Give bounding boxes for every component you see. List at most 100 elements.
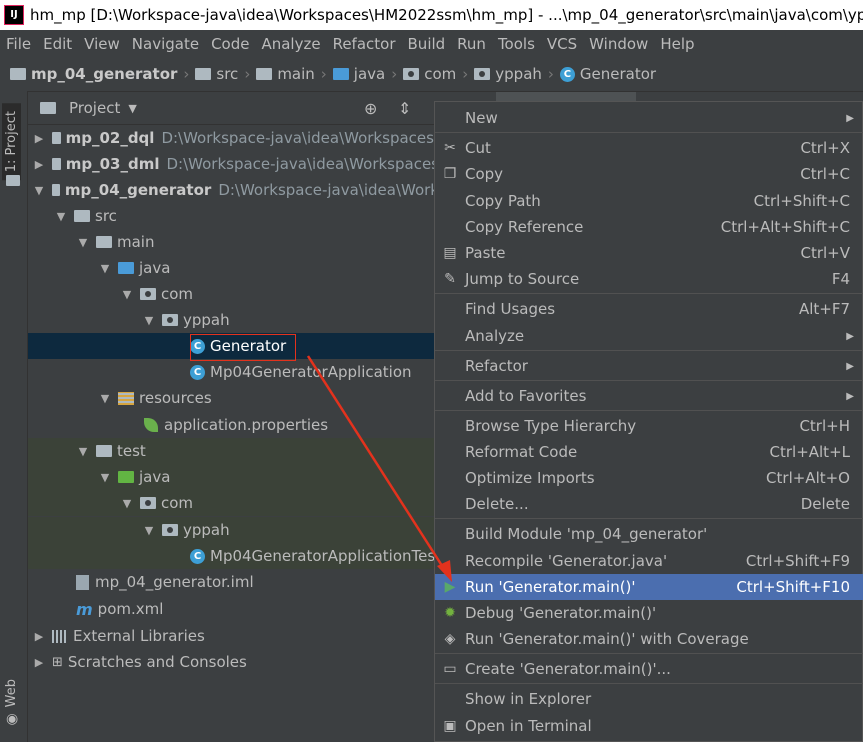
collapse-arrow-icon[interactable]: ▼ bbox=[98, 471, 112, 484]
menu-item-run[interactable]: ▶ Run 'Generator.main()' Ctrl+Shift+F10 bbox=[435, 574, 863, 600]
collapse-arrow-icon[interactable]: ▼ bbox=[76, 445, 90, 458]
menu-window[interactable]: Window bbox=[583, 35, 654, 53]
module-folder-icon bbox=[52, 158, 61, 170]
breadcrumb-module[interactable]: mp_04_generator bbox=[10, 65, 177, 83]
expand-arrow-icon[interactable]: ▶ bbox=[32, 656, 46, 669]
menu-item-copy-reference[interactable]: Copy Reference Ctrl+Alt+Shift+C bbox=[435, 214, 863, 240]
menu-build[interactable]: Build bbox=[402, 35, 452, 53]
collapse-arrow-icon[interactable]: ▼ bbox=[32, 184, 46, 197]
menu-view[interactable]: View bbox=[78, 35, 126, 53]
breadcrumb-src[interactable]: src bbox=[195, 65, 238, 83]
tree-item-path: D:\Workspace-java\idea\Workspaces\ bbox=[161, 129, 435, 147]
menu-item-recompile[interactable]: Recompile 'Generator.java' Ctrl+Shift+F9 bbox=[435, 548, 863, 574]
menu-item-find-usages[interactable]: Find Usages Alt+F7 bbox=[435, 296, 863, 322]
tree-item-mp-03-dml[interactable]: ▶ mp_03_dml D:\Workspace-java\idea\Works… bbox=[28, 151, 435, 177]
menu-item-show-in-explorer[interactable]: Show in Explorer bbox=[435, 686, 863, 712]
folder-icon bbox=[256, 68, 273, 80]
project-panel-title[interactable]: Project bbox=[69, 99, 120, 117]
menu-refactor[interactable]: Refactor bbox=[327, 35, 402, 53]
menu-item-analyze[interactable]: Analyze ▶ bbox=[435, 323, 863, 349]
web-globe-icon: ◉ bbox=[6, 711, 19, 727]
tab-web[interactable]: Web bbox=[4, 679, 19, 707]
tree-item-application-properties[interactable]: application.properties bbox=[28, 412, 435, 438]
tree-item-test-yppah[interactable]: ▼ yppah bbox=[28, 517, 435, 543]
menu-code[interactable]: Code bbox=[205, 35, 255, 53]
menu-item-new[interactable]: New ▶ bbox=[435, 105, 863, 131]
menu-item-debug[interactable]: ✹ Debug 'Generator.main()' bbox=[435, 600, 863, 626]
tree-item-scratches[interactable]: ▶ ⊞ Scratches and Consoles bbox=[28, 649, 435, 675]
menu-item-cut[interactable]: ✂ Cut Ctrl+X bbox=[435, 135, 863, 161]
locate-target-icon[interactable]: ⊕ bbox=[364, 99, 377, 118]
menu-edit[interactable]: Edit bbox=[37, 35, 78, 53]
tree-item-com[interactable]: ▼ com bbox=[28, 281, 435, 307]
collapse-all-icon[interactable]: ⇕ bbox=[398, 99, 411, 118]
collapse-arrow-icon[interactable]: ▼ bbox=[98, 392, 112, 405]
menu-item-build-module[interactable]: Build Module 'mp_04_generator' bbox=[435, 521, 863, 547]
collapse-arrow-icon[interactable]: ▼ bbox=[98, 262, 112, 275]
menu-file[interactable]: File bbox=[0, 35, 37, 53]
expand-arrow-icon[interactable]: ▶ bbox=[32, 132, 46, 145]
menu-navigate[interactable]: Navigate bbox=[126, 35, 205, 53]
tree-item-test-java[interactable]: ▼ java bbox=[28, 464, 435, 490]
menu-item-jump-to-source[interactable]: ✎ Jump to Source F4 bbox=[435, 266, 863, 292]
tree-item-test-com[interactable]: ▼ com bbox=[28, 490, 435, 516]
menu-item-optimize-imports[interactable]: Optimize Imports Ctrl+Alt+O bbox=[435, 465, 863, 491]
tree-item-test[interactable]: ▼ test bbox=[28, 438, 435, 464]
tree-item-src[interactable]: ▼ src bbox=[28, 203, 435, 229]
menu-run[interactable]: Run bbox=[451, 35, 492, 53]
menu-item-copy-path[interactable]: Copy Path Ctrl+Shift+C bbox=[435, 188, 863, 214]
tree-item-mp04-generator-application[interactable]: C Mp04GeneratorApplication bbox=[28, 359, 435, 385]
collapse-arrow-icon[interactable]: ▼ bbox=[142, 524, 156, 537]
breadcrumb-com[interactable]: com bbox=[403, 65, 456, 83]
collapse-arrow-icon[interactable]: ▼ bbox=[142, 314, 156, 327]
expand-arrow-icon[interactable]: ▶ bbox=[32, 630, 46, 643]
menu-item-paste[interactable]: ▤ Paste Ctrl+V bbox=[435, 240, 863, 266]
chevron-down-icon[interactable]: ▼ bbox=[128, 102, 136, 115]
breadcrumb-main[interactable]: main bbox=[256, 65, 315, 83]
breadcrumb-label: mp_04_generator bbox=[31, 65, 178, 83]
expand-arrow-icon[interactable]: ▶ bbox=[32, 158, 46, 171]
tab-project[interactable]: 1: Project bbox=[2, 103, 21, 181]
run-play-icon: ▶ bbox=[444, 579, 456, 595]
menu-item-refactor[interactable]: Refactor ▶ bbox=[435, 353, 863, 379]
tree-item-resources[interactable]: ▼ resources bbox=[28, 385, 435, 411]
menu-analyze[interactable]: Analyze bbox=[255, 35, 326, 53]
tree-item-mp-02-dql[interactable]: ▶ mp_02_dql D:\Workspace-java\idea\Works… bbox=[28, 125, 435, 151]
breadcrumb-generator[interactable]: C Generator bbox=[559, 65, 656, 83]
menu-item-delete[interactable]: Delete... Delete bbox=[435, 491, 863, 517]
tree-item-iml[interactable]: mp_04_generator.iml bbox=[28, 569, 435, 595]
collapse-arrow-icon[interactable]: ▼ bbox=[54, 210, 68, 223]
menu-item-open-in-terminal[interactable]: ▣ Open in Terminal bbox=[435, 713, 863, 739]
menu-item-label: New bbox=[465, 109, 498, 127]
collapse-arrow-icon[interactable]: ▼ bbox=[76, 236, 90, 249]
menu-help[interactable]: Help bbox=[654, 35, 700, 53]
breadcrumb-yppah[interactable]: yppah bbox=[474, 65, 542, 83]
menu-item-browse-type-hierarchy[interactable]: Browse Type Hierarchy Ctrl+H bbox=[435, 413, 863, 439]
menu-item-reformat-code[interactable]: Reformat Code Ctrl+Alt+L bbox=[435, 439, 863, 465]
menu-separator bbox=[435, 518, 863, 519]
menu-separator bbox=[435, 410, 863, 411]
tree-item-external-libraries[interactable]: ▶ External Libraries bbox=[28, 623, 435, 649]
tree-item-pom[interactable]: m pom.xml bbox=[28, 596, 435, 622]
menu-item-copy[interactable]: ❐ Copy Ctrl+C bbox=[435, 161, 863, 187]
run-config-icon: ▭ bbox=[443, 661, 457, 677]
menu-item-create-run-config[interactable]: ▭ Create 'Generator.main()'... bbox=[435, 656, 863, 682]
tree-item-main[interactable]: ▼ main bbox=[28, 229, 435, 255]
menu-vcs[interactable]: VCS bbox=[541, 35, 583, 53]
menu-tools[interactable]: Tools bbox=[492, 35, 541, 53]
menu-separator bbox=[435, 350, 863, 351]
menu-item-shortcut: Delete bbox=[800, 495, 850, 513]
menu-item-run-with-coverage[interactable]: ◈ Run 'Generator.main()' with Coverage bbox=[435, 626, 863, 652]
tree-item-label: Mp04GeneratorApplicationTes bbox=[210, 547, 435, 565]
tree-item-yppah[interactable]: ▼ yppah bbox=[28, 307, 435, 333]
tree-item-java[interactable]: ▼ java bbox=[28, 255, 435, 281]
source-folder-icon bbox=[332, 68, 349, 80]
tree-item-label: mp_02_dql bbox=[65, 129, 155, 147]
tree-item-mp04-generator-application-tests[interactable]: C Mp04GeneratorApplicationTes bbox=[28, 543, 435, 569]
menu-item-add-to-favorites[interactable]: Add to Favorites ▶ bbox=[435, 383, 863, 409]
breadcrumb-java[interactable]: java bbox=[332, 65, 385, 83]
menu-item-label: Build Module 'mp_04_generator' bbox=[465, 525, 708, 543]
collapse-arrow-icon[interactable]: ▼ bbox=[120, 497, 134, 510]
collapse-arrow-icon[interactable]: ▼ bbox=[120, 288, 134, 301]
tree-item-mp-04-generator[interactable]: ▼ mp_04_generator D:\Workspace-java\idea… bbox=[28, 177, 435, 203]
